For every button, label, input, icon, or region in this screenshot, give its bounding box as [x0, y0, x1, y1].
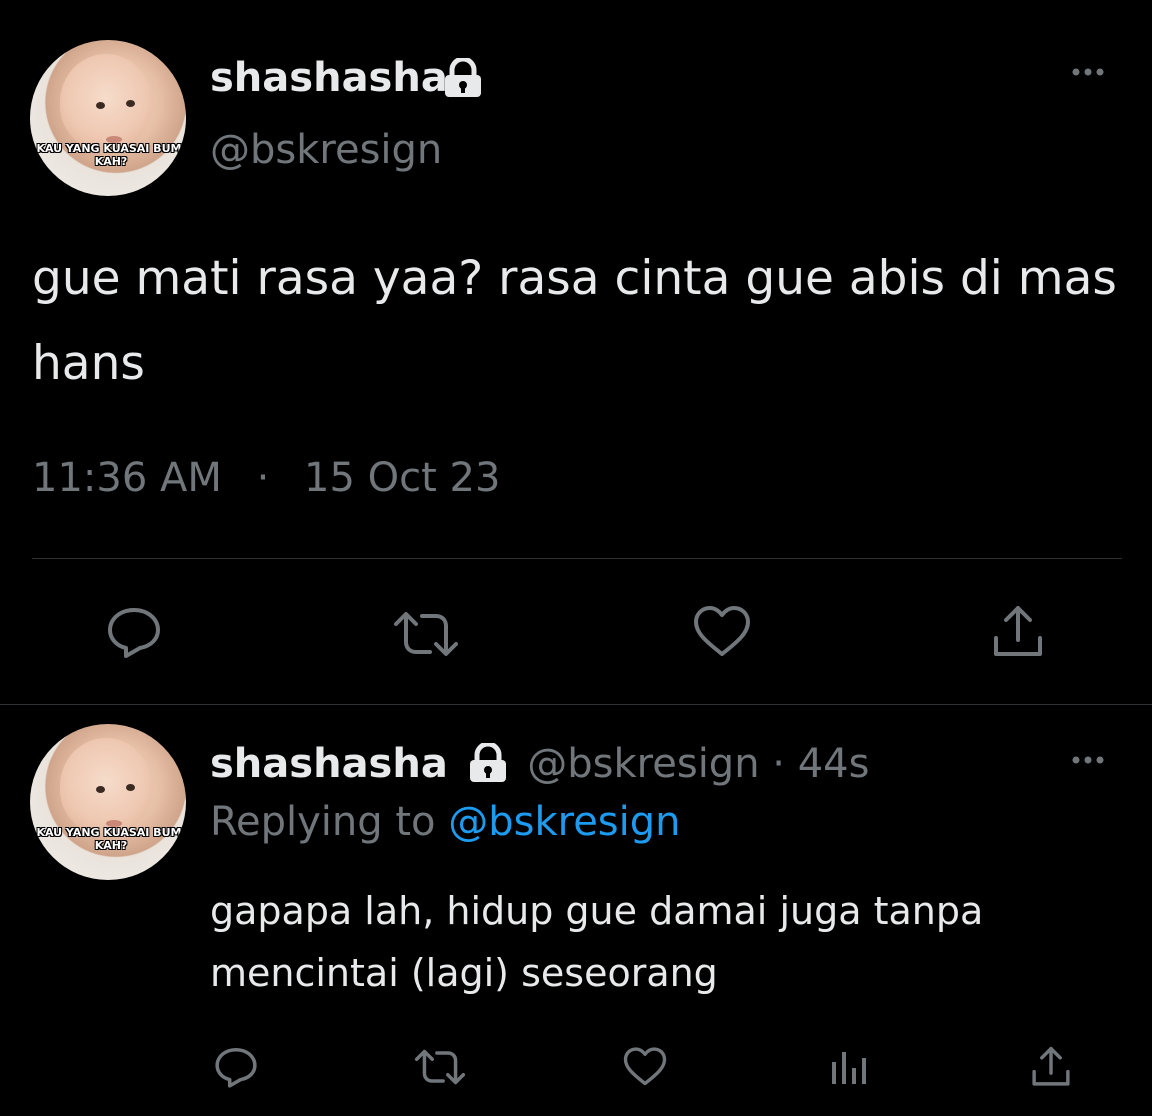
avatar-eye: [96, 786, 105, 793]
replying-to: Replying to @bskresign: [210, 796, 681, 848]
reply-button[interactable]: [214, 1046, 258, 1088]
retweet-icon: [414, 1049, 466, 1085]
avatar[interactable]: KAU YANG KUASAI BUMI KAH?: [30, 40, 186, 196]
tweet-date: 15 Oct 23: [304, 455, 501, 501]
share-icon: [1032, 1046, 1070, 1086]
more-options-button[interactable]: [1068, 750, 1108, 770]
lock-icon: [440, 56, 486, 102]
avatar-eye: [96, 102, 105, 109]
share-button[interactable]: [1028, 1044, 1074, 1090]
avatar-face: [60, 738, 152, 834]
replying-to-link[interactable]: @bskresign: [448, 799, 680, 845]
user-handle[interactable]: @bskresign: [527, 741, 759, 787]
retweet-button[interactable]: [390, 610, 462, 658]
avatar[interactable]: KAU YANG KUASAI BUMI KAH?: [30, 724, 186, 880]
tweet-time: 11:36 AM: [32, 455, 222, 501]
reply-icon: [215, 1047, 257, 1088]
heart-icon: [623, 1047, 667, 1086]
reply-text: gapapa lah, hidup gue damai juga tanpa m…: [210, 889, 984, 995]
reply-button[interactable]: [106, 606, 162, 658]
user-handle[interactable]: @bskresign: [210, 126, 442, 174]
tweet-timestamp[interactable]: 11:36 AM · 15 Oct 23: [32, 452, 500, 504]
lock-icon: [465, 740, 511, 792]
share-button[interactable]: [988, 602, 1048, 662]
retweet-icon: [394, 612, 458, 656]
avatar-eye: [126, 100, 135, 107]
tweet-age[interactable]: · 44s: [772, 741, 869, 787]
reply-header: shashasha @bskresign · 44s: [210, 738, 869, 792]
avatar-eye: [126, 784, 135, 791]
display-name[interactable]: shashasha: [210, 54, 448, 102]
timestamp-separator: ·: [256, 455, 270, 501]
reply-icon: [108, 608, 160, 658]
like-button[interactable]: [692, 604, 752, 660]
heart-icon: [694, 606, 750, 656]
display-name[interactable]: shashasha: [210, 741, 448, 787]
retweet-button[interactable]: [412, 1048, 468, 1086]
avatar-caption: KAU YANG KUASAI BUMI KAH?: [36, 142, 186, 168]
avatar-caption: KAU YANG KUASAI BUMI KAH?: [36, 826, 186, 852]
views-icon: [832, 1052, 866, 1084]
divider: [0, 704, 1152, 705]
views-button[interactable]: [830, 1050, 870, 1086]
more-options-button[interactable]: [1068, 62, 1108, 82]
share-icon: [994, 606, 1042, 656]
divider: [32, 558, 1122, 559]
avatar-face: [60, 54, 152, 150]
tweet-text: gue mati rasa yaa? rasa cinta gue abis d…: [32, 251, 1117, 391]
replying-to-label: Replying to: [210, 799, 436, 845]
like-button[interactable]: [622, 1046, 668, 1088]
